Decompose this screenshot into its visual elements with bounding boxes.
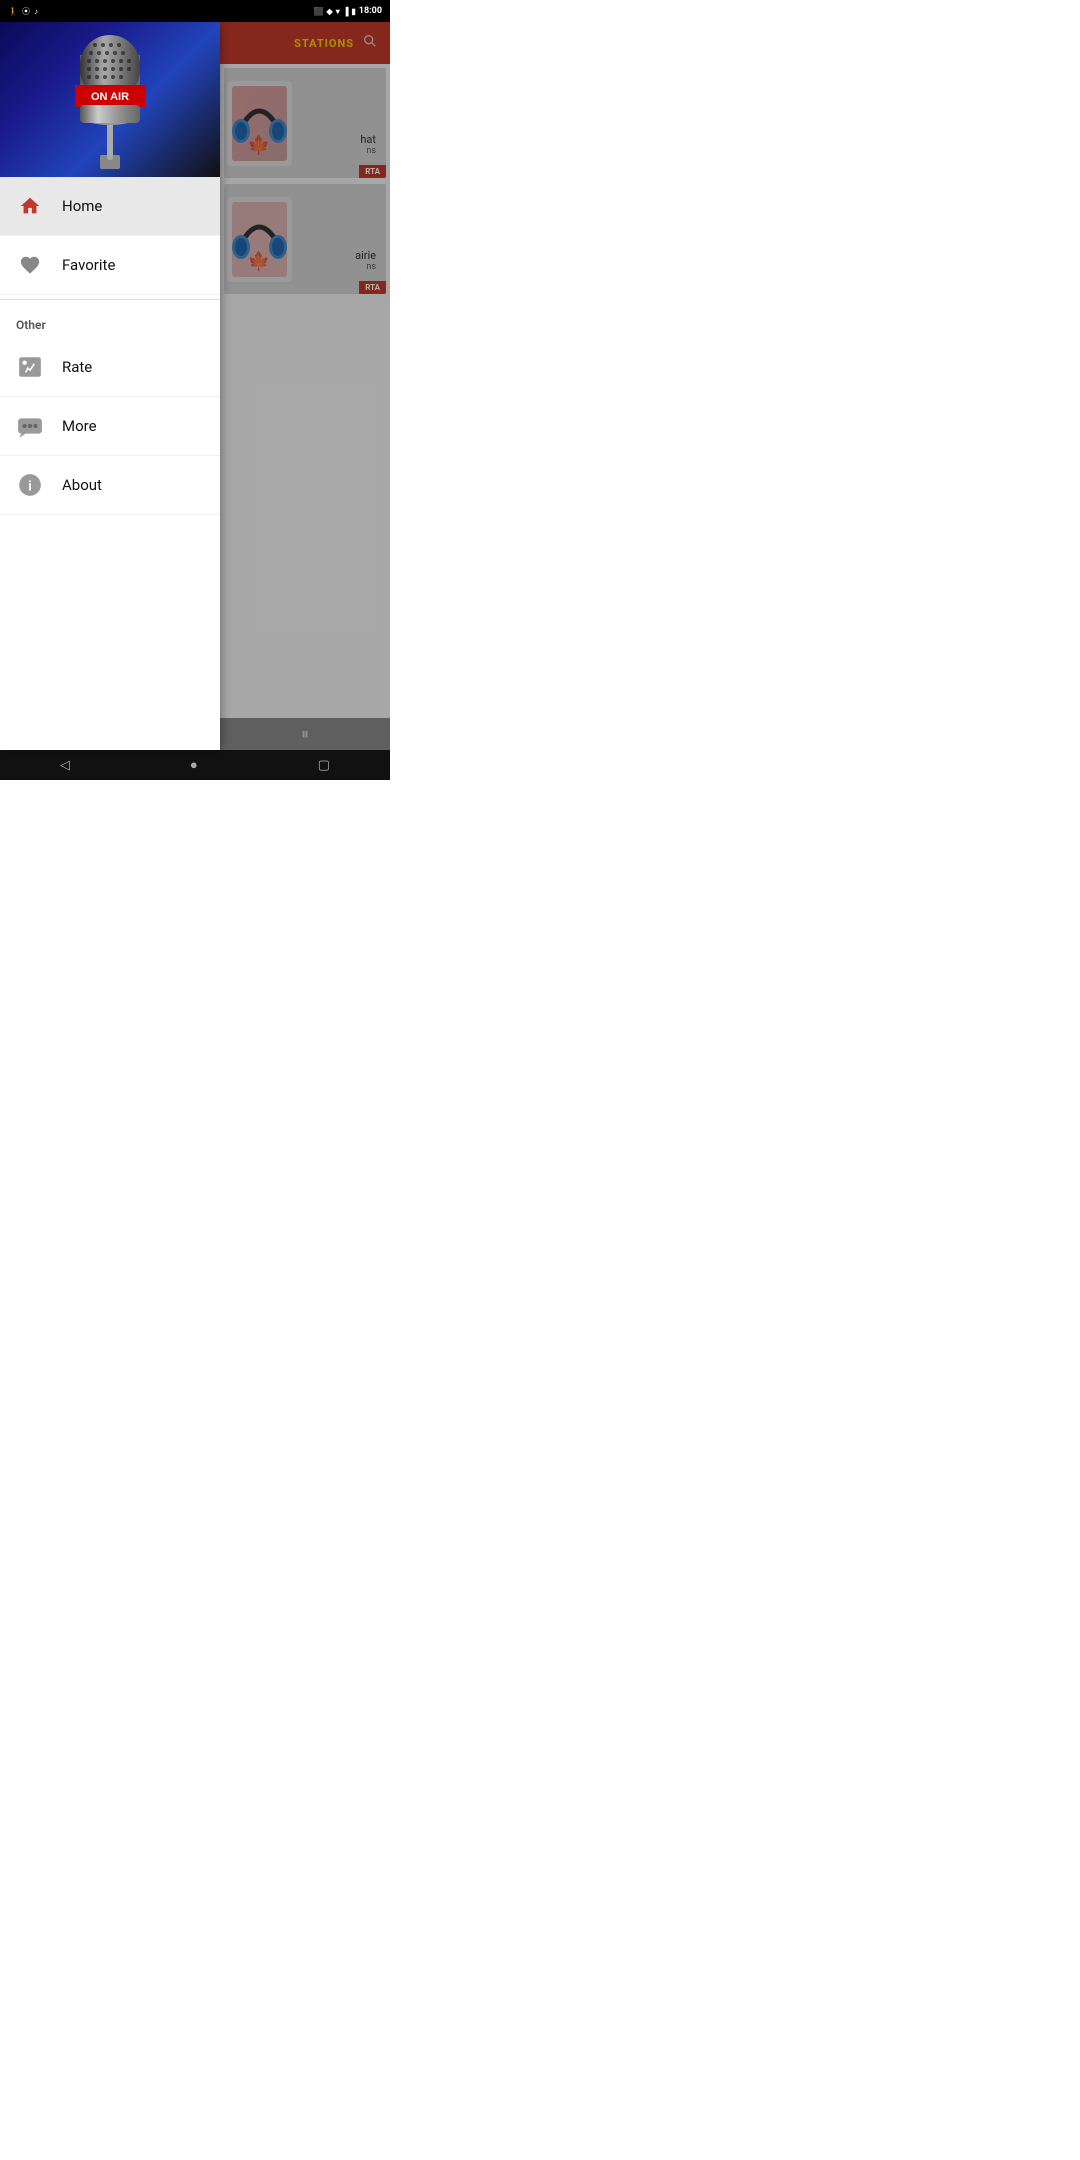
home-icon [16,192,44,220]
hero-image: ON AIR [0,22,220,177]
menu-divider [0,299,220,300]
background-content: STATIONS [220,22,390,750]
home-button[interactable]: ● [190,757,198,773]
drawer-overlay [220,22,390,750]
menu-rate-label: Rate [62,358,92,376]
wifi-icon: ▾ [336,7,340,16]
menu-item-about[interactable]: i About [0,456,220,515]
menu-favorite-label: Favorite [62,256,115,274]
status-icons-left: 🚶 ⦿ ♪ [8,6,38,17]
microphone-svg: ON AIR [45,25,175,175]
menu-home-label: Home [62,197,102,215]
section-header-other: Other [0,304,220,338]
menu-more-label: More [62,417,97,435]
icon-music: ♪ [34,7,38,16]
menu-item-home[interactable]: Home [0,177,220,236]
menu-item-rate[interactable]: Rate [0,338,220,397]
menu-about-label: About [62,476,102,494]
icon-camera: ⦿ [22,6,30,17]
microphone-visual: ON AIR [0,22,220,177]
signal-icon: ▐ [343,7,349,16]
info-icon: i [16,471,44,499]
arrow-icon: ◆ [327,7,333,16]
menu-item-more[interactable]: More [0,397,220,456]
cast-icon: ⬛ [314,7,324,16]
back-button[interactable]: ◁ [60,758,70,773]
more-icon [16,412,44,440]
icon-person: 🚶 [8,7,18,16]
menu-list: Home Favorite Other [0,177,220,750]
recents-button[interactable]: ▢ [318,758,330,773]
drawer-menu: ON AIR Home [0,22,220,750]
bottom-nav: ◁ ● ▢ [0,750,390,780]
svg-text:i: i [28,477,32,493]
rate-icon [16,353,44,381]
menu-item-favorite[interactable]: Favorite [0,236,220,295]
status-icons-right: ⬛ ◆ ▾ ▐ ▮ 18:00 [314,6,382,16]
status-bar: 🚶 ⦿ ♪ ⬛ ◆ ▾ ▐ ▮ 18:00 [0,0,390,22]
battery-icon: ▮ [351,7,355,16]
status-time: 18:00 [359,6,382,16]
svg-text:ON AIR: ON AIR [91,91,129,103]
favorite-icon [16,251,44,279]
main-container: ON AIR Home [0,22,390,750]
